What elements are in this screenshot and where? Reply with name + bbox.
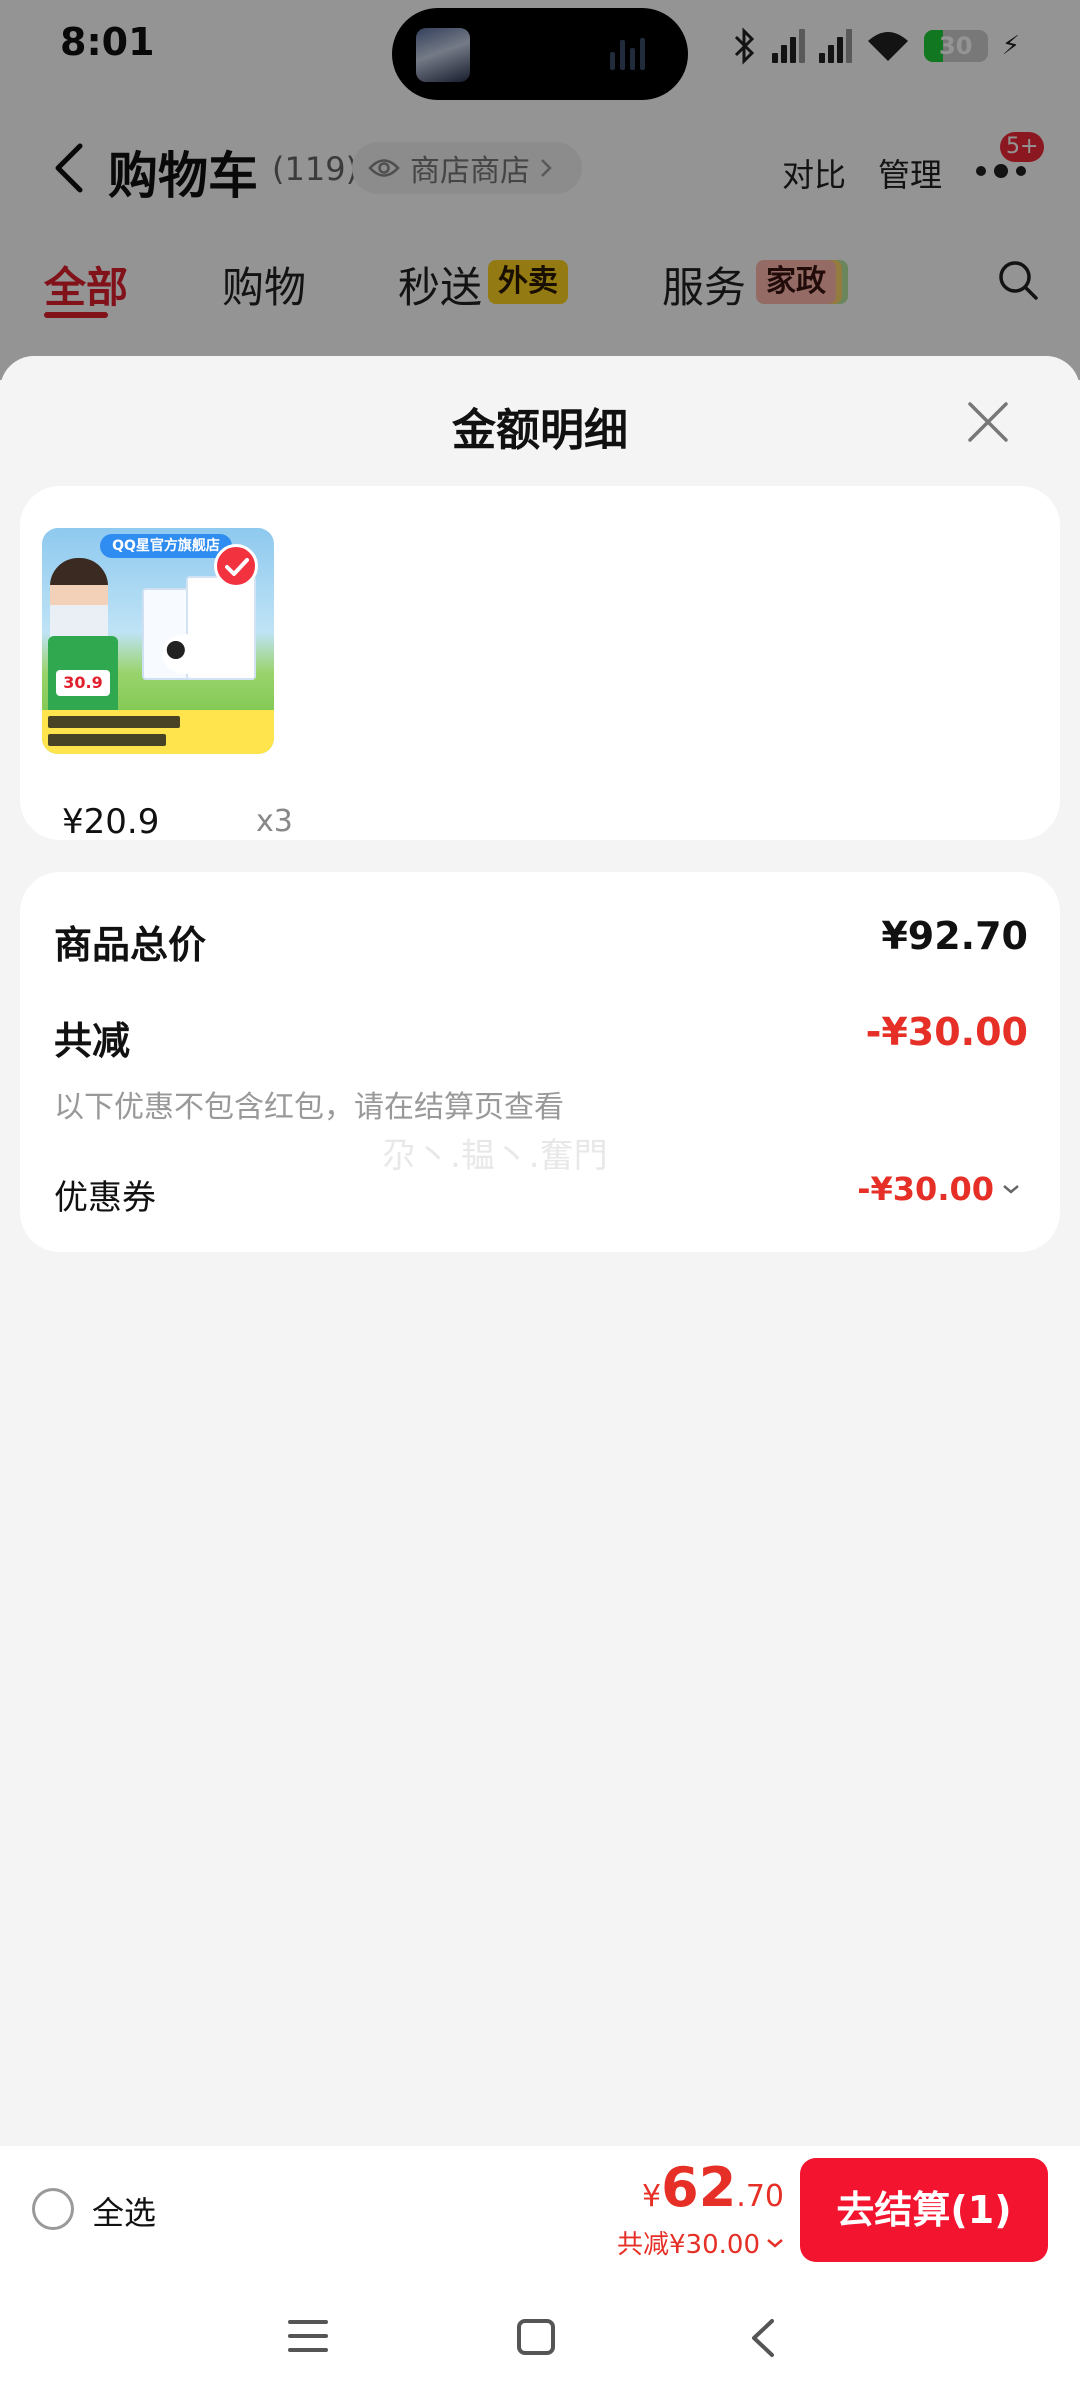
watermark: 尕丶.韫丶.奮門 <box>382 1136 608 1176</box>
total-price-label: 商品总价 <box>54 923 207 967</box>
currency-symbol: ¥ <box>642 2179 662 2214</box>
reduction-label: 共减 <box>54 1019 131 1063</box>
selected-check-icon <box>214 544 258 588</box>
product-price: ¥20.9 <box>62 802 160 842</box>
discount-note: 以下优惠不包含红包，请在结算页查看 <box>54 1090 564 1125</box>
select-all-label[interactable]: 全选 <box>92 2188 156 2234</box>
modal-overlay[interactable] <box>0 0 1080 380</box>
product-image: QQ星官方旗舰店 30.9 <box>42 528 274 754</box>
total-integer: 62 <box>661 2156 737 2219</box>
product-image-price: 30.9 <box>56 670 110 696</box>
coupon-label: 优惠券 <box>54 1178 156 1218</box>
product-quantity: x3 <box>256 804 293 839</box>
menu-icon[interactable] <box>288 2318 328 2354</box>
product-image-brand: QQ星官方旗舰店 <box>100 534 232 558</box>
sheet-title: 金额明细 <box>452 405 628 456</box>
product-item[interactable]: QQ星官方旗舰店 30.9 ¥20.9 x3 <box>42 528 293 842</box>
reduction-detail-toggle[interactable]: 共减¥30.00 <box>617 2224 784 2261</box>
checkout-bar: 全选 ¥62.70 共减¥30.00 去结算(1) <box>0 2146 1080 2272</box>
home-icon[interactable] <box>516 2318 556 2356</box>
amount-detail-sheet: 金额明细 QQ星官方旗舰店 30.9 ¥20.9 x3 商品总价 ¥92.70 … <box>0 356 1080 2146</box>
checkout-button[interactable]: 去结算(1) <box>800 2158 1048 2262</box>
price-summary-card: 商品总价 ¥92.70 共减 -¥30.00 以下优惠不包含红包，请在结算页查看… <box>20 872 1060 1252</box>
coupon-value: -¥30.00 <box>857 1170 994 1208</box>
system-navigation-bar <box>0 2272 1080 2400</box>
coupon-value-toggle[interactable]: -¥30.00 <box>857 1170 1020 1208</box>
total-amount: ¥62.70 <box>642 2156 784 2219</box>
reduction-summary: 共减¥30.00 <box>617 2230 760 2260</box>
select-all-checkbox[interactable] <box>32 2188 74 2230</box>
close-icon[interactable] <box>964 398 1012 446</box>
reduction-value: -¥30.00 <box>865 1010 1028 1054</box>
chevron-down-icon <box>767 2238 783 2248</box>
chevron-down-icon <box>1003 1185 1019 1194</box>
product-list-card: QQ星官方旗舰店 30.9 ¥20.9 x3 <box>20 486 1060 842</box>
total-decimal: .70 <box>736 2179 784 2214</box>
back-nav-icon[interactable] <box>748 2318 776 2358</box>
total-price-value: ¥92.70 <box>881 914 1028 958</box>
